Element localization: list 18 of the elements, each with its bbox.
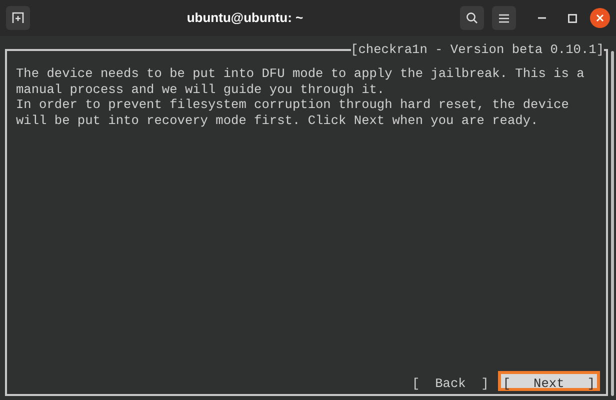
search-icon (466, 12, 478, 24)
message-line: In order to prevent filesystem corruption through hard reset, the device (16, 97, 570, 113)
dialog-title: [checkra1n - Version beta 0.10.1] (350, 41, 604, 59)
new-tab-button[interactable] (6, 6, 30, 30)
next-button[interactable]: [ Next ] (498, 371, 600, 391)
window-title: ubuntu@ubuntu: ~ (186, 9, 304, 28)
menu-icon (499, 14, 509, 22)
back-button[interactable]: [ Back ] (407, 371, 494, 391)
maximize-icon (568, 14, 576, 22)
new-tab-icon (12, 12, 24, 24)
close-button[interactable] (590, 8, 610, 28)
message-line: The device needs to be put into DFU mode to apply the jailbreak. This is a (16, 66, 586, 82)
menu-button[interactable] (492, 6, 516, 30)
message-line: manual process and we will guide you through it. (16, 82, 386, 98)
minimize-icon (538, 17, 546, 19)
close-icon (596, 14, 604, 22)
message-line: will be put into recovery mode first. Click Next when you are ready. (16, 112, 540, 128)
search-button[interactable] (460, 6, 484, 30)
